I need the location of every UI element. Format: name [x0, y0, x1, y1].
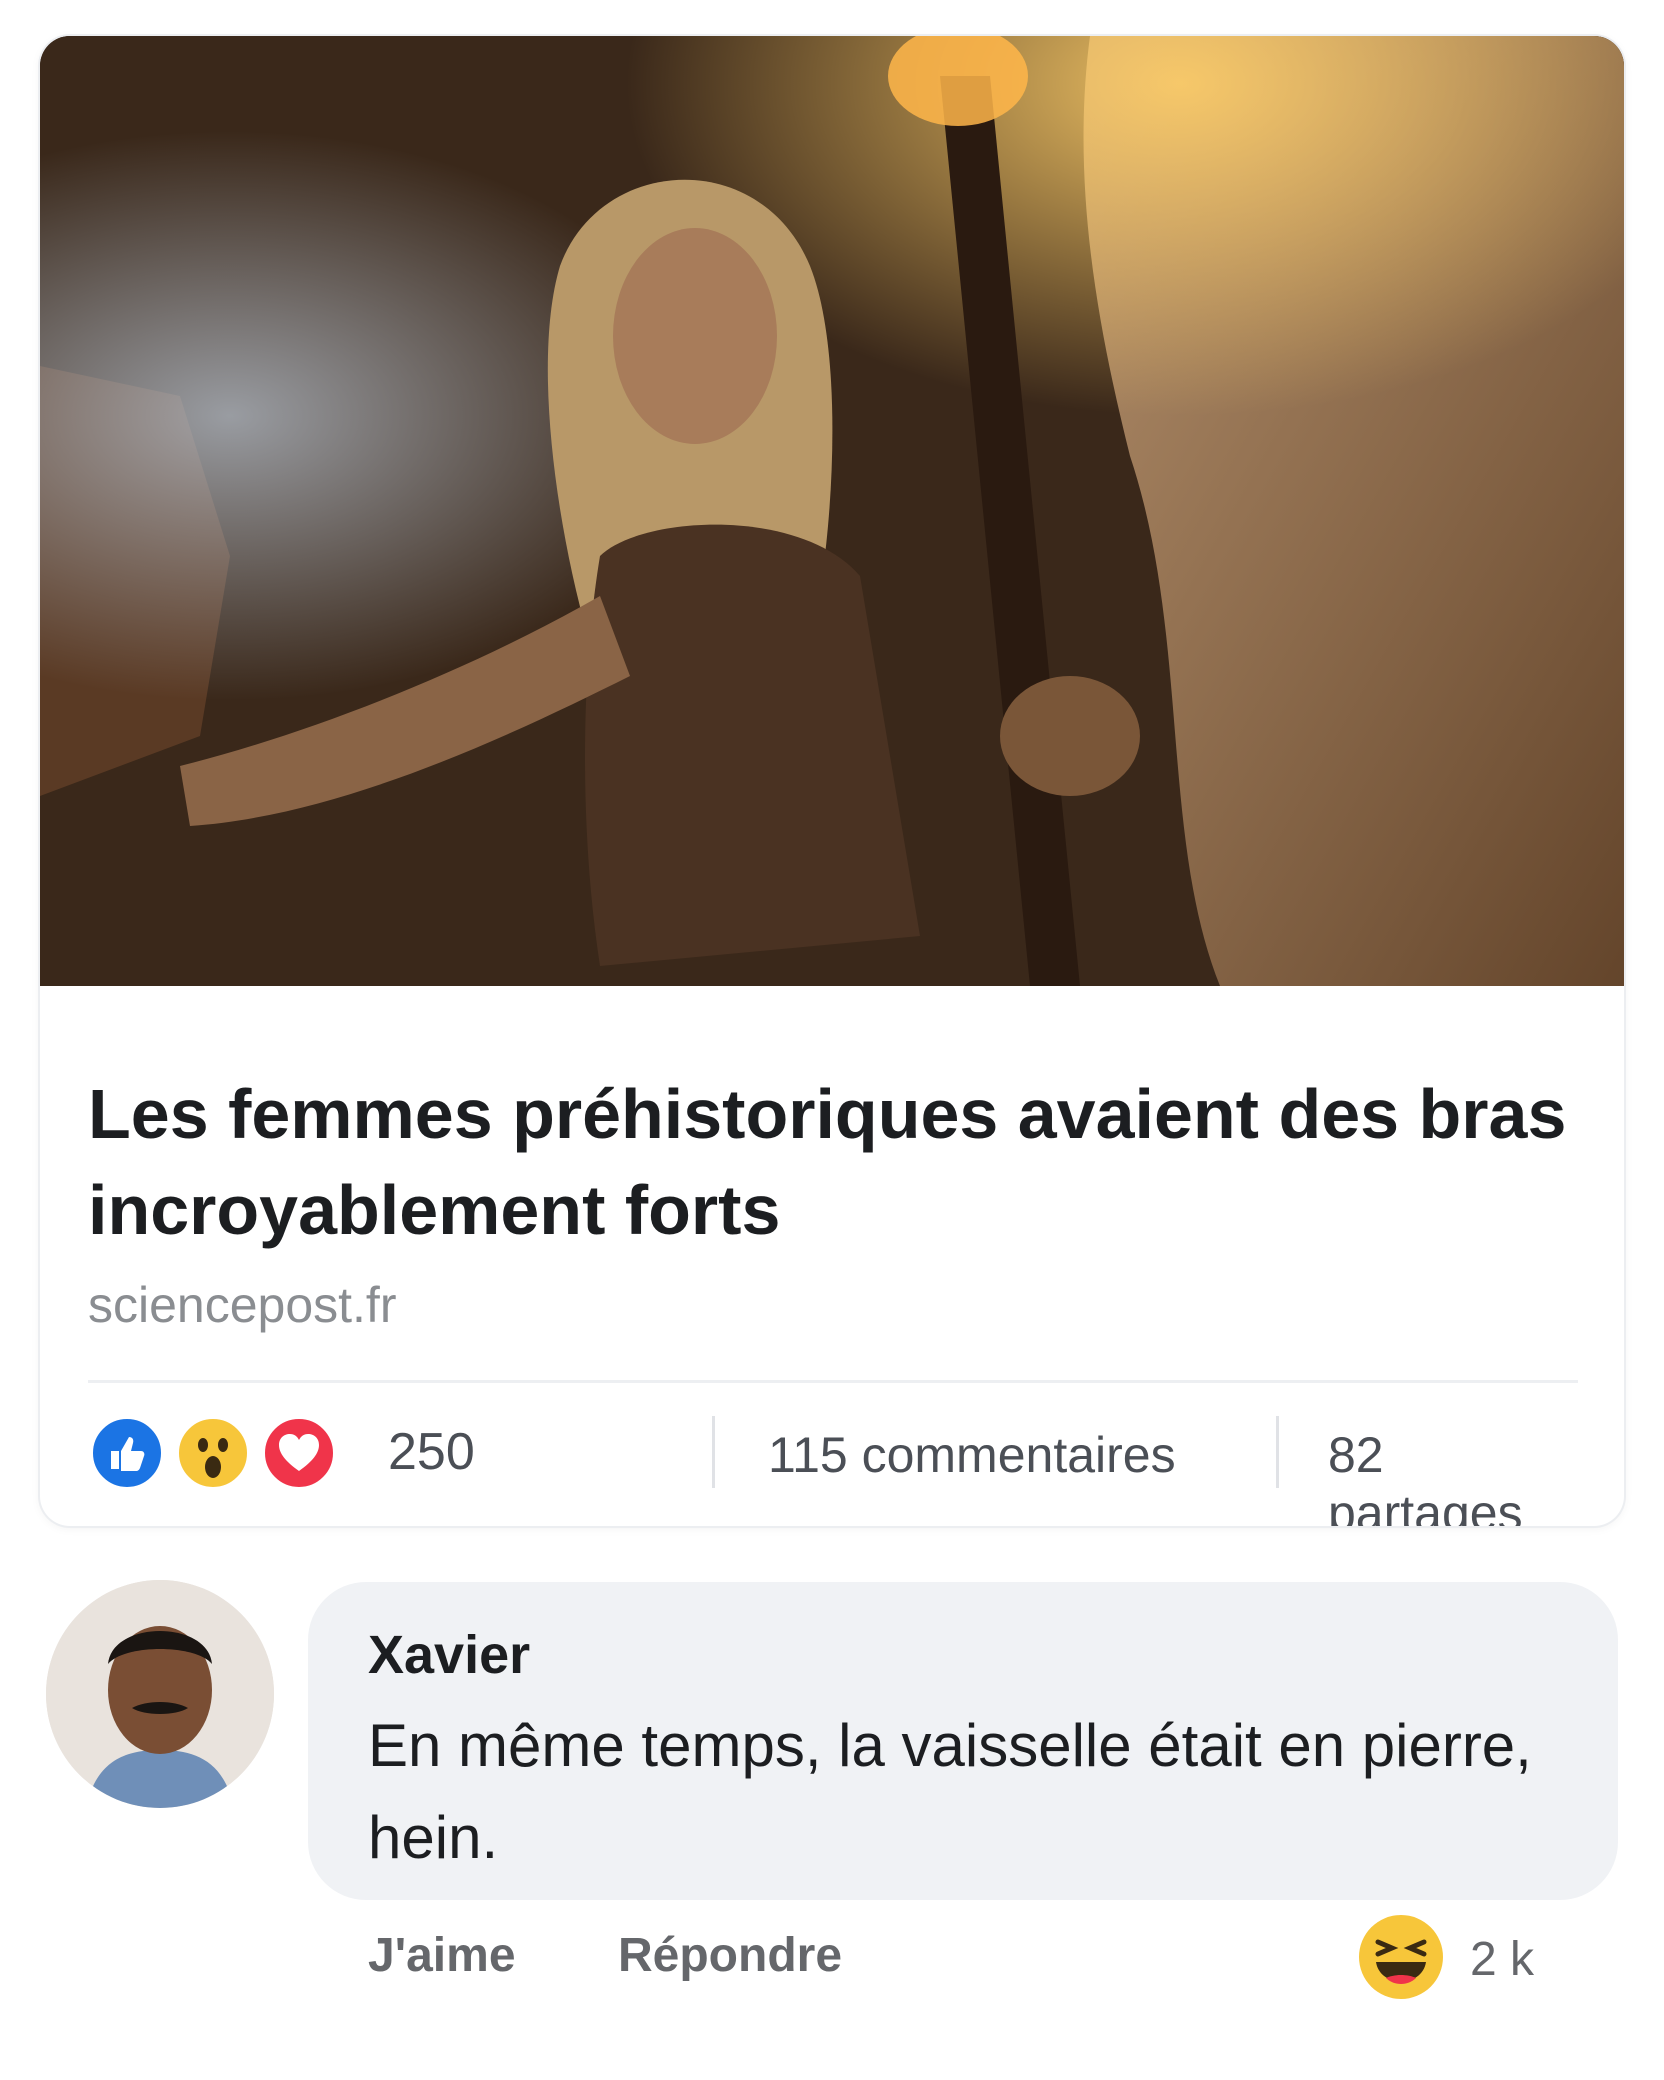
divider: [88, 1380, 1578, 1383]
comment-bubble: Xavier En même temps, la vaisselle était…: [308, 1582, 1618, 1900]
link-preview-card[interactable]: Les femmes préhistoriques avaient des br…: [40, 36, 1624, 1526]
stat-divider: [712, 1416, 715, 1488]
commenter-name[interactable]: Xavier: [368, 1624, 530, 1686]
article-headline[interactable]: Les femmes préhistoriques avaient des br…: [88, 1066, 1568, 1258]
stat-divider: [1276, 1416, 1279, 1488]
love-icon[interactable]: [260, 1414, 338, 1492]
comment-text: En même temps, la vaisselle était en pie…: [368, 1712, 1532, 1871]
reactions-count[interactable]: 250: [388, 1422, 475, 1482]
commenter-photo: [46, 1580, 274, 1808]
like-comment-button[interactable]: J'aime: [368, 1928, 516, 1983]
wow-icon[interactable]: [174, 1414, 252, 1492]
comment-reaction-count[interactable]: 2 k: [1470, 1932, 1534, 1987]
reply-button[interactable]: Répondre: [618, 1928, 842, 1983]
shares-count[interactable]: 82 partages: [1328, 1426, 1578, 1526]
haha-icon[interactable]: [1356, 1912, 1446, 2002]
cave-woman-photo: [40, 36, 1624, 986]
avatar[interactable]: [46, 1580, 274, 1808]
like-icon[interactable]: [88, 1414, 166, 1492]
article-image[interactable]: [40, 36, 1624, 986]
engagement-bar: 250 115 commentaires 82 partages: [88, 1404, 1578, 1526]
article-domain: sciencepost.fr: [88, 1277, 397, 1333]
comments-count[interactable]: 115 commentaires: [768, 1426, 1176, 1484]
